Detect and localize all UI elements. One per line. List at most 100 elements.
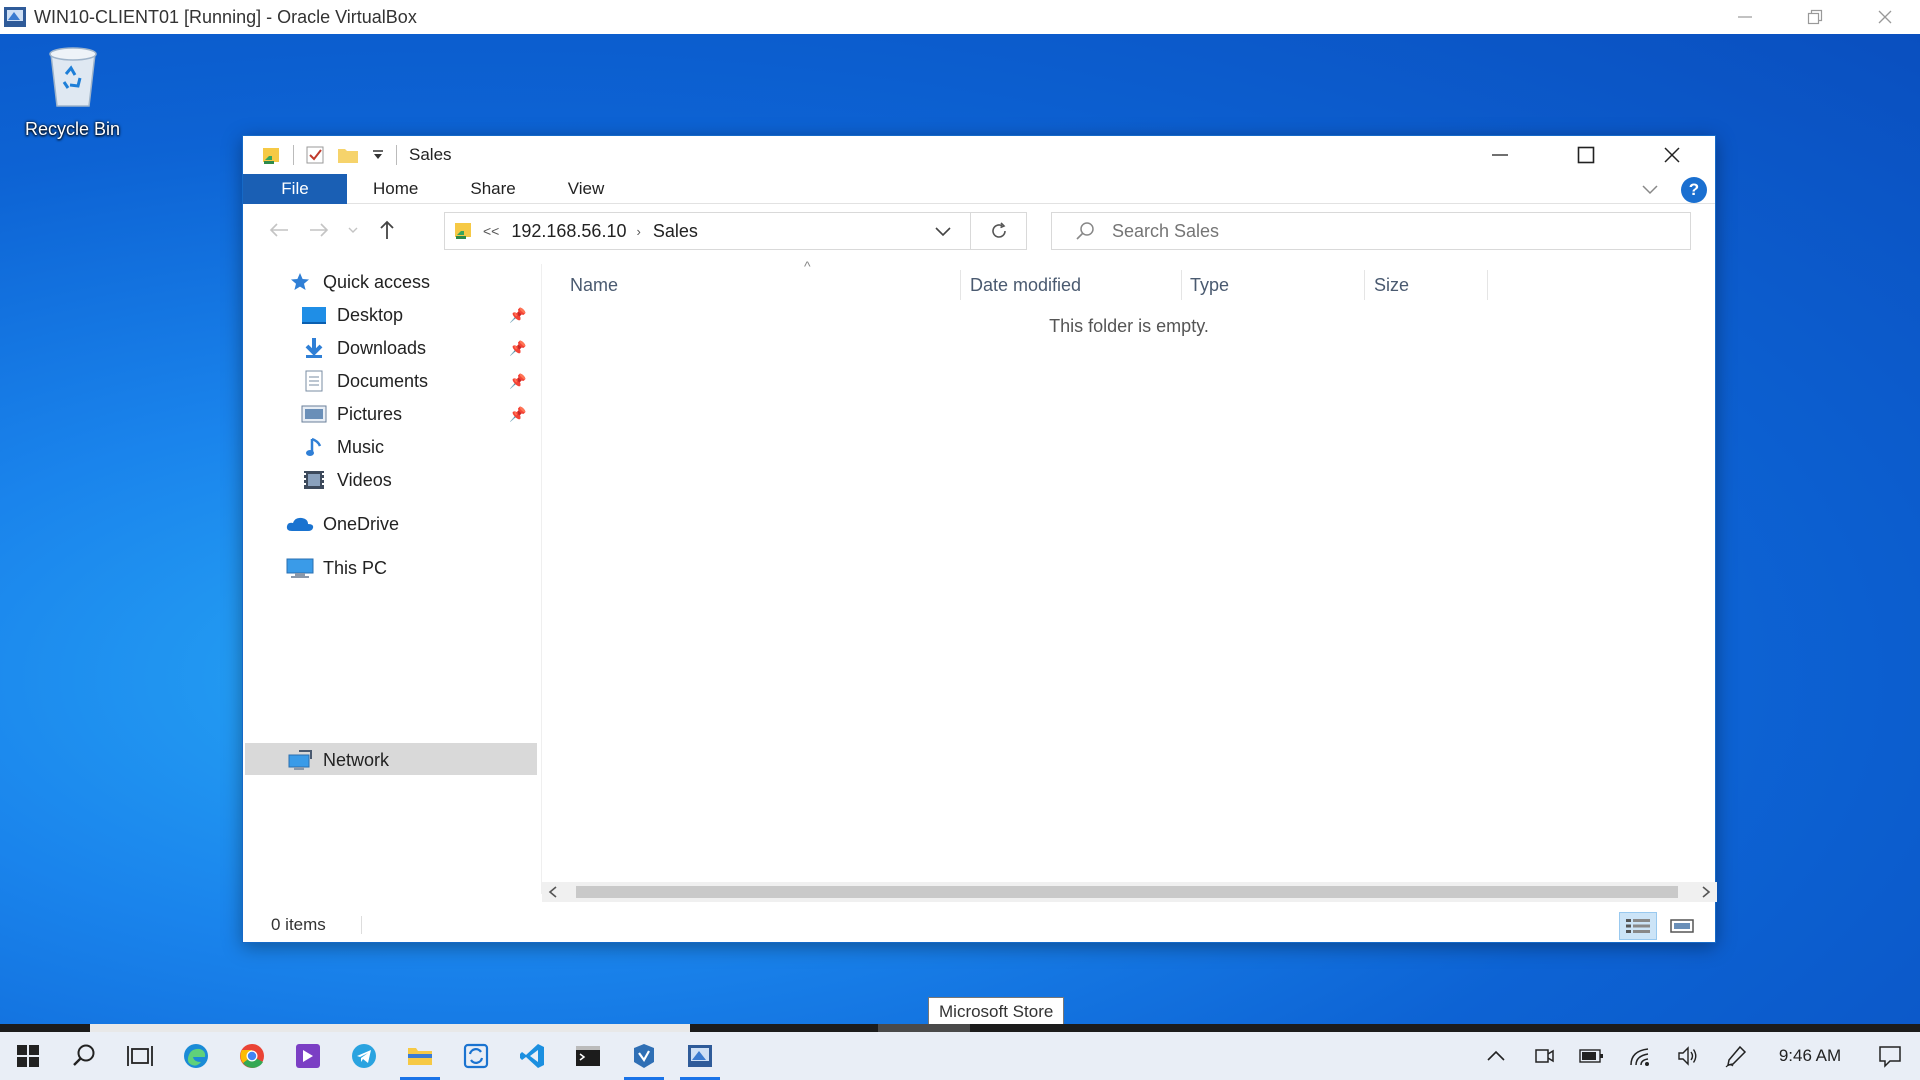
taskbar-tooltip: Microsoft Store xyxy=(928,997,1065,1024)
horizontal-scrollbar[interactable] xyxy=(542,882,1717,902)
recycle-bin-icon xyxy=(48,47,97,107)
telegram-icon xyxy=(352,1044,376,1068)
arrow-up-icon xyxy=(380,220,394,239)
address-overflow[interactable]: << xyxy=(483,223,499,239)
speaker-icon xyxy=(1678,1046,1697,1066)
taskbar-virtualbox-manager[interactable] xyxy=(616,1032,672,1080)
action-center-button[interactable] xyxy=(1860,1032,1920,1080)
tab-view[interactable]: View xyxy=(542,174,631,204)
vbox-close-button[interactable] xyxy=(1850,0,1920,34)
task-view-button[interactable] xyxy=(112,1032,168,1080)
nav-item-quick-access[interactable]: Quick access xyxy=(285,266,430,298)
large-icons-view-button[interactable] xyxy=(1663,912,1701,940)
ribbon-tabs: File Home Share View ? xyxy=(243,173,1715,204)
new-folder-icon[interactable] xyxy=(336,144,360,166)
properties-icon[interactable] xyxy=(304,144,326,166)
quick-access-toolbar xyxy=(261,144,397,166)
videos-icon xyxy=(299,468,329,492)
forward-button[interactable] xyxy=(299,210,339,250)
nav-item-desktop[interactable]: Desktop xyxy=(299,299,403,331)
search-icon xyxy=(73,1044,95,1066)
customize-qat-icon[interactable] xyxy=(370,144,386,166)
tab-file[interactable]: File xyxy=(243,173,347,204)
taskbar-edge[interactable] xyxy=(168,1032,224,1080)
address-segment-host[interactable]: 192.168.56.10 xyxy=(511,221,626,242)
taskbar-visual-studio[interactable] xyxy=(280,1032,336,1080)
nav-item-onedrive[interactable]: OneDrive xyxy=(285,508,399,540)
chrome-icon xyxy=(240,1044,264,1068)
details-view-icon xyxy=(1626,919,1650,933)
refresh-button[interactable] xyxy=(971,212,1027,250)
download-arrow-icon xyxy=(299,336,329,360)
tray-network[interactable] xyxy=(1616,1032,1664,1080)
up-button[interactable] xyxy=(367,210,407,250)
wifi-icon xyxy=(1630,1048,1649,1066)
recent-locations-button[interactable] xyxy=(339,210,367,250)
folder-share-icon[interactable] xyxy=(261,144,283,166)
address-bar[interactable]: << 192.168.56.10 › Sales xyxy=(444,212,971,250)
vbox-title-bar: WIN10-CLIENT01 [Running] - Oracle Virtua… xyxy=(0,0,1920,34)
explorer-maximize-button[interactable] xyxy=(1543,136,1629,174)
back-button[interactable] xyxy=(259,210,299,250)
nav-item-documents[interactable]: Documents xyxy=(299,365,428,397)
help-icon[interactable]: ? xyxy=(1681,177,1707,203)
explorer-minimize-button[interactable] xyxy=(1457,136,1543,174)
nav-item-music[interactable]: Music xyxy=(299,431,384,463)
chevron-down-icon xyxy=(348,227,358,233)
item-count: 0 items xyxy=(271,915,326,934)
chevron-up-icon xyxy=(1487,1050,1505,1061)
desktop-icon-recycle-bin[interactable]: Recycle Bin xyxy=(10,44,135,140)
explorer-close-button[interactable] xyxy=(1629,136,1715,174)
nav-item-label: Quick access xyxy=(323,271,431,292)
taskbar-clock[interactable]: 9:46 AM xyxy=(1760,1046,1860,1066)
documents-icon xyxy=(299,369,329,393)
taskbar-telegram[interactable] xyxy=(336,1032,392,1080)
nav-item-this-pc[interactable]: This PC xyxy=(285,552,387,584)
refresh-icon xyxy=(991,222,1006,238)
system-tray: 9:46 AM xyxy=(1472,1032,1920,1080)
nav-item-downloads[interactable]: Downloads xyxy=(299,332,426,364)
column-date-modified[interactable]: Date modified xyxy=(970,264,1170,306)
tray-meet-now[interactable] xyxy=(1520,1032,1568,1080)
taskbar-terminal[interactable] xyxy=(560,1032,616,1080)
nav-item-pictures[interactable]: Pictures xyxy=(299,398,402,430)
network-folder-icon xyxy=(455,223,471,239)
search-box[interactable] xyxy=(1051,212,1691,250)
expand-ribbon-icon[interactable] xyxy=(1641,183,1659,197)
taskbar: 9:46 AM xyxy=(0,1032,1920,1080)
vbox-restore-button[interactable] xyxy=(1780,0,1850,34)
desktop-icon xyxy=(299,303,329,327)
explorer-window-title: Sales xyxy=(409,145,452,164)
folder-icon xyxy=(408,1048,432,1065)
taskbar-search-button[interactable] xyxy=(56,1032,112,1080)
nav-item-label: Downloads xyxy=(337,337,427,358)
nav-item-label: This PC xyxy=(323,557,388,578)
arrow-left-icon xyxy=(269,223,288,237)
address-dropdown-button[interactable] xyxy=(916,213,970,249)
nav-item-videos[interactable]: Videos xyxy=(299,464,392,496)
start-button[interactable] xyxy=(0,1032,56,1080)
tab-home[interactable]: Home xyxy=(347,174,444,204)
chevron-right-icon[interactable]: › xyxy=(636,224,640,239)
column-name[interactable]: Name xyxy=(570,264,950,306)
taskbar-virtualbox-vm[interactable] xyxy=(672,1032,728,1080)
address-segment-sales[interactable]: Sales xyxy=(653,221,698,242)
tray-battery[interactable] xyxy=(1568,1032,1616,1080)
tab-share[interactable]: Share xyxy=(444,174,541,204)
column-size[interactable]: Size xyxy=(1374,264,1484,306)
vbox-minimize-button[interactable] xyxy=(1710,0,1780,34)
taskbar-chrome[interactable] xyxy=(224,1032,280,1080)
search-input[interactable] xyxy=(1112,220,1672,242)
column-type[interactable]: Type xyxy=(1190,264,1360,306)
nav-item-network[interactable]: Network xyxy=(285,744,389,776)
taskbar-file-explorer[interactable] xyxy=(392,1032,448,1080)
music-note-icon xyxy=(299,435,329,459)
tray-pen[interactable] xyxy=(1712,1032,1760,1080)
details-view-button[interactable] xyxy=(1619,912,1657,940)
tray-volume[interactable] xyxy=(1664,1032,1712,1080)
vscode-icon xyxy=(520,1044,544,1068)
show-hidden-icons-button[interactable] xyxy=(1472,1032,1520,1080)
taskbar-vscode[interactable] xyxy=(504,1032,560,1080)
taskbar-sync-app[interactable] xyxy=(448,1032,504,1080)
virtualbox-icon xyxy=(4,7,26,27)
